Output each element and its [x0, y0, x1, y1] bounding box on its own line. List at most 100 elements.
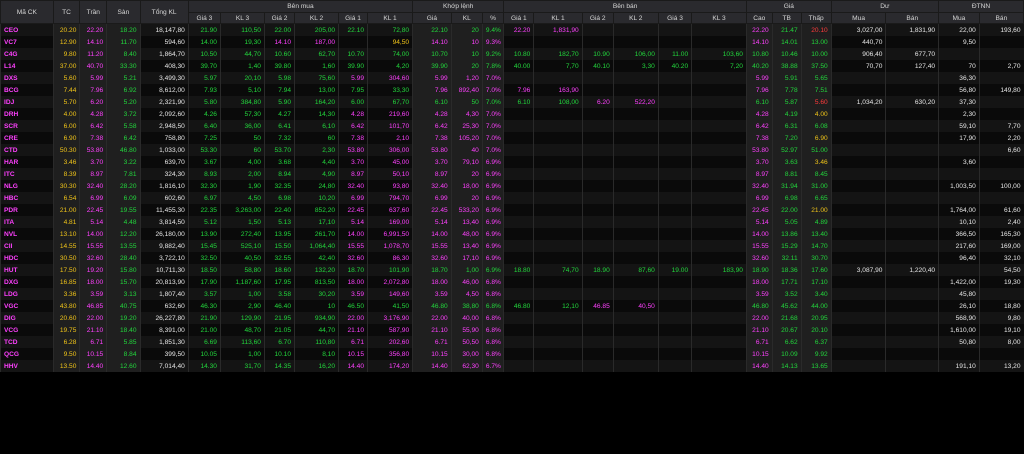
col-foreign-sell[interactable]: Bán [978, 12, 1024, 24]
table-row[interactable]: NLG 30.30 32.40 28.20 1,816,10 32.30 1,90 32.35… [0, 180, 1024, 192]
col-total-vol[interactable]: Tổng KL [139, 0, 189, 24]
cell-match-vol: 79,10 [450, 156, 483, 168]
table-row[interactable]: HHV 13.50 14.40 12.60 7,014,40 14.30 31,70 14.3… [0, 360, 1024, 372]
col-foreign-buy[interactable]: Mua [938, 12, 980, 24]
cell-foreign-buy: 1,610,00 [938, 324, 980, 336]
col-ask-vol-1[interactable]: KL 1 [533, 12, 583, 24]
col-symbol[interactable]: Mã CK [0, 0, 54, 24]
table-row[interactable]: PDR 21.00 22.45 19.55 11,455,30 22.35 3,263,00… [0, 204, 1024, 216]
table-row[interactable]: CII 14.55 15.55 13.55 9,882,40 15.45 525,10 15.… [0, 240, 1024, 252]
cell-symbol[interactable]: DRH [0, 108, 54, 120]
col-floor[interactable]: Sàn [106, 0, 141, 24]
cell-symbol[interactable]: BCG [0, 84, 54, 96]
col-match-pct[interactable]: % [481, 12, 505, 24]
cell-symbol[interactable]: IDJ [0, 96, 54, 108]
table-row[interactable]: NVL 13.10 14.00 12.20 26,180,00 13.90 272,40 13… [0, 228, 1024, 240]
cell-symbol[interactable]: NLG [0, 180, 54, 192]
cell-symbol[interactable]: HAR [0, 156, 54, 168]
cell-symbol[interactable]: VGC [0, 300, 54, 312]
group-ask: Bên bán [503, 0, 747, 13]
cell-symbol[interactable]: CRE [0, 132, 54, 144]
col-ask-price-3[interactable]: Giá 3 [657, 12, 693, 24]
col-ask-vol-2[interactable]: KL 2 [612, 12, 659, 24]
table-row[interactable]: DXG 16.85 18.00 15.70 20,813,90 17.90 1,187,60… [0, 276, 1024, 288]
col-bid-price-1[interactable]: Giá 1 [338, 12, 368, 24]
table-row[interactable]: DXS 5.60 5.99 5.21 3,499,30 5.97 20,10 5.98 75,6… [0, 72, 1024, 84]
cell-symbol[interactable]: VC7 [0, 36, 54, 48]
table-row[interactable]: IDJ 5.70 6.20 5.20 2,321,90 5.80 384,80 5.90 164… [0, 96, 1024, 108]
table-row[interactable]: VC7 12.90 14.10 11.70 594,60 14.00 19,30 14.10 1… [0, 36, 1024, 48]
col-remain-sell[interactable]: Bán [885, 12, 940, 24]
col-low[interactable]: Thấp [800, 12, 832, 24]
col-ask-price-2[interactable]: Giá 2 [581, 12, 614, 24]
col-ask-price-1[interactable]: Giá 1 [503, 12, 535, 24]
table-row[interactable]: HUT 17.50 19.20 15.80 10,711,30 18.50 58,80 18.… [0, 264, 1024, 276]
table-row[interactable]: HBC 6.54 6.99 6.09 602,60 6.97 4,50 6.98 10,20 6.… [0, 192, 1024, 204]
table-row[interactable]: VCG 19.75 21.10 18.40 8,391,00 21.00 48,70 21.0… [0, 324, 1024, 336]
cell-symbol[interactable]: CII [0, 240, 54, 252]
cell-symbol[interactable]: VCG [0, 324, 54, 336]
table-row[interactable]: CRE 6.90 7.38 6.42 758,80 7.25 50 7.32 60 7.38 2,1… [0, 132, 1024, 144]
col-bid-price-3[interactable]: Giá 3 [187, 12, 221, 24]
cell-symbol[interactable]: CEO [0, 23, 54, 36]
col-high[interactable]: Cao [745, 12, 773, 24]
cell-symbol[interactable]: ITA [0, 216, 54, 228]
cell-symbol[interactable]: C4G [0, 48, 54, 60]
cell-bid-vol-2: 10 [294, 300, 339, 312]
table-row[interactable]: ITA 4.81 5.14 4.48 3,814,50 5.12 1,50 5.13 17,10… [0, 216, 1024, 228]
cell-ask-price-2 [581, 240, 614, 252]
cell-symbol[interactable]: L14 [0, 60, 54, 72]
table-row[interactable]: CTD 50.30 53.80 46.80 1,033,00 53.30 60 53.70 2,… [0, 144, 1024, 156]
col-ceil[interactable]: Trần [79, 0, 108, 24]
cell-symbol[interactable]: CTD [0, 144, 54, 156]
table-row[interactable]: LDG 3.36 3.59 3.13 1,807,40 3.57 1,00 3.58 30,20… [0, 288, 1024, 300]
cell-symbol[interactable]: DXG [0, 276, 54, 288]
cell-remain-sell [885, 324, 939, 336]
table-row[interactable]: HDC 30.50 32.60 28.40 3,722,10 32.50 40,50 32.5… [0, 252, 1024, 264]
cell-ask-vol-2 [612, 348, 659, 360]
table-row[interactable]: QCG 9.50 10.15 8.84 399,50 10.05 1,00 10.10 8,10… [0, 348, 1024, 360]
col-avg[interactable]: TB [771, 12, 802, 24]
table-row[interactable]: SCR 6.00 6.42 5.58 2,948,50 6.40 36,00 6.41 6,10… [0, 120, 1024, 132]
col-ref[interactable]: TC [52, 0, 81, 24]
cell-symbol[interactable]: HBC [0, 192, 54, 204]
cell-symbol[interactable]: HHV [0, 360, 54, 372]
cell-remain-sell [885, 252, 939, 264]
cell-ref: 4.00 [52, 108, 80, 120]
table-row[interactable]: HAR 3.46 3.70 3.22 639,70 3.67 4,00 3.68 4,40 3.7… [0, 156, 1024, 168]
col-remain-buy[interactable]: Mua [830, 12, 887, 24]
cell-remain-sell [885, 360, 939, 372]
table-row[interactable]: DIG 20.60 22.00 19.20 26,227,80 21.90 129,90 21… [0, 312, 1024, 324]
table-row[interactable]: ITC 8.39 8.97 7.81 324,30 8.93 2,00 8.94 4,90 8.9… [0, 168, 1024, 180]
table-row[interactable]: VGC 43.80 46.85 40.75 632,60 46.30 2,90 46.40 10… [0, 300, 1024, 312]
table-row[interactable]: L14 37.00 40.70 33.30 408,30 39.70 1,40 39.80 1,… [0, 60, 1024, 72]
table-row[interactable]: CEO 20.20 22.20 18.20 18,147,80 21.90 110,50 22… [0, 23, 1024, 36]
cell-ask-vol-2 [612, 240, 659, 252]
cell-symbol[interactable]: LDG [0, 288, 54, 300]
table-row[interactable]: C4G 9.80 11.20 8.40 1,864,70 10.50 44,70 10.60 6… [0, 48, 1024, 60]
cell-symbol[interactable]: SCR [0, 120, 54, 132]
cell-match-vol: 10 [450, 36, 483, 48]
cell-ask-price-3 [657, 216, 692, 228]
cell-symbol[interactable]: HDC [0, 252, 54, 264]
cell-symbol[interactable]: PDR [0, 204, 54, 216]
cell-symbol[interactable]: DIG [0, 312, 54, 324]
col-bid-vol-2[interactable]: KL 2 [294, 12, 340, 24]
cell-symbol[interactable]: ITC [0, 168, 54, 180]
table-row[interactable]: DRH 4.00 4.28 3.72 2,092,60 4.26 57,30 4.27 14,3… [0, 108, 1024, 120]
col-ask-vol-3[interactable]: KL 3 [691, 12, 747, 24]
cell-symbol[interactable]: HUT [0, 264, 54, 276]
col-match-vol[interactable]: KL [450, 12, 483, 24]
cell-symbol[interactable]: DXS [0, 72, 54, 84]
cell-symbol[interactable]: TCD [0, 336, 54, 348]
col-bid-price-2[interactable]: Giá 2 [263, 12, 296, 24]
col-match-price[interactable]: Giá [412, 12, 452, 24]
cell-symbol[interactable]: NVL [0, 228, 54, 240]
col-bid-vol-1[interactable]: KL 1 [366, 12, 414, 24]
col-bid-vol-3[interactable]: KL 3 [219, 12, 265, 24]
cell-ceil: 3.70 [79, 156, 107, 168]
table-row[interactable]: TCD 6.28 6.71 5.85 1,851,30 6.69 113,60 6.70 110… [0, 336, 1024, 348]
cell-symbol[interactable]: QCG [0, 348, 54, 360]
table-row[interactable]: BCG 7.44 7.96 6.92 8,612,00 7.93 5,10 7.94 13,00… [0, 84, 1024, 96]
cell-low: 17.60 [800, 264, 832, 276]
